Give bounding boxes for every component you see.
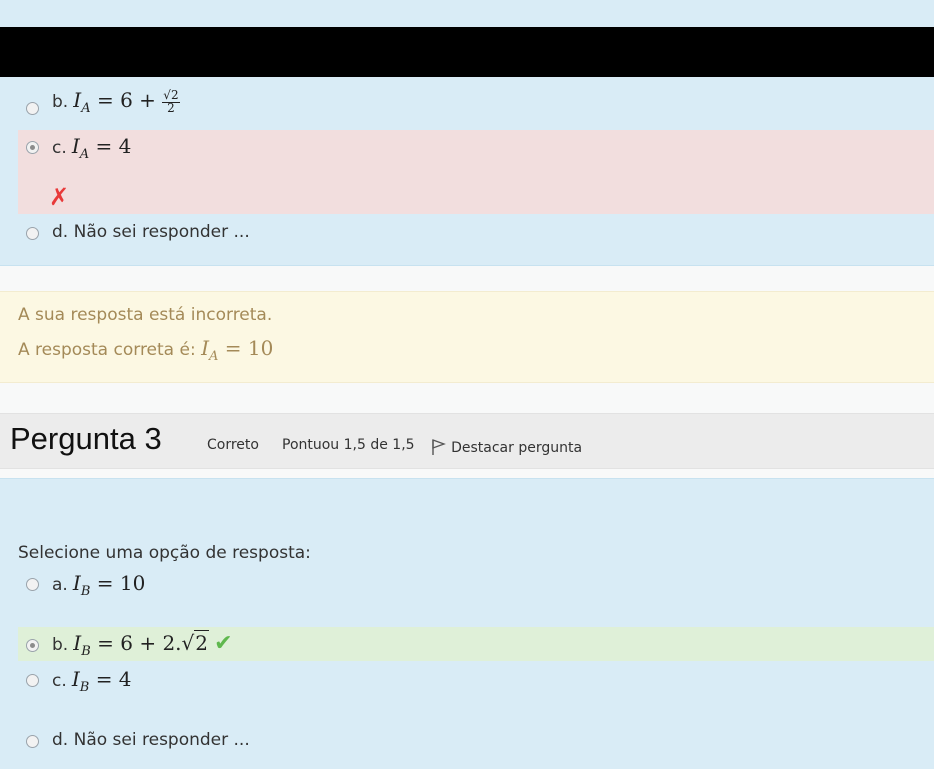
question-prompt: Selecione uma opção de resposta:: [18, 543, 311, 563]
option-d[interactable]: d. Não sei responder ...: [52, 222, 250, 242]
option-a-formula: IB = 10: [72, 571, 146, 599]
option-label: d.: [52, 222, 69, 242]
option-b-formula: IB = 6 + 2.√2: [73, 630, 210, 659]
option-b[interactable]: b. IA = 6 + √2 2: [52, 87, 180, 116]
question-title: Pergunta 3: [10, 421, 162, 456]
flag-question-link[interactable]: Destacar pergunta: [430, 437, 582, 456]
option-label: b.: [52, 635, 69, 655]
option-c[interactable]: c. IA = 4: [52, 134, 131, 162]
option-a[interactable]: a. IB = 10: [52, 571, 145, 599]
feedback-correct-answer: A resposta correta é: IA = 10: [18, 336, 274, 364]
option-c-radio[interactable]: [26, 674, 39, 687]
feedback-incorrect: A sua resposta está incorreta.: [18, 305, 273, 325]
flag-label: Destacar pergunta: [451, 440, 583, 456]
option-c-incorrect-row: [18, 130, 934, 214]
question-score: Pontuou 1,5 de 1,5: [282, 437, 415, 453]
option-a-radio[interactable]: [26, 578, 39, 591]
option-label: c.: [52, 671, 67, 691]
option-d-radio[interactable]: [26, 735, 39, 748]
option-label: c.: [52, 138, 67, 158]
option-d-radio[interactable]: [26, 227, 39, 240]
option-d-text: Não sei responder ...: [73, 222, 250, 242]
option-c-radio[interactable]: [26, 141, 39, 154]
option-label: a.: [52, 575, 68, 595]
incorrect-icon: ✗: [49, 183, 70, 211]
flag-icon: [432, 439, 446, 455]
option-d-text: Não sei responder ...: [73, 730, 250, 750]
option-c-formula: IB = 4: [71, 667, 132, 695]
option-b-radio[interactable]: [26, 102, 39, 115]
option-label: b.: [52, 92, 69, 112]
correct-icon: ✔: [214, 631, 233, 656]
option-b[interactable]: b. IB = 6 + 2.√2 ✔: [52, 630, 233, 659]
question-status: Correto: [207, 437, 259, 453]
redacted-bar: [0, 27, 934, 77]
top-strip: [0, 0, 934, 27]
option-b-radio[interactable]: [26, 639, 39, 652]
option-label: d.: [52, 730, 69, 750]
question-3-answers: [0, 478, 934, 769]
option-b-formula: IA = 6 + √2 2: [73, 87, 180, 116]
option-c[interactable]: c. IB = 4: [52, 667, 132, 695]
option-c-formula: IA = 4: [71, 134, 132, 162]
option-d[interactable]: d. Não sei responder ...: [52, 730, 250, 750]
